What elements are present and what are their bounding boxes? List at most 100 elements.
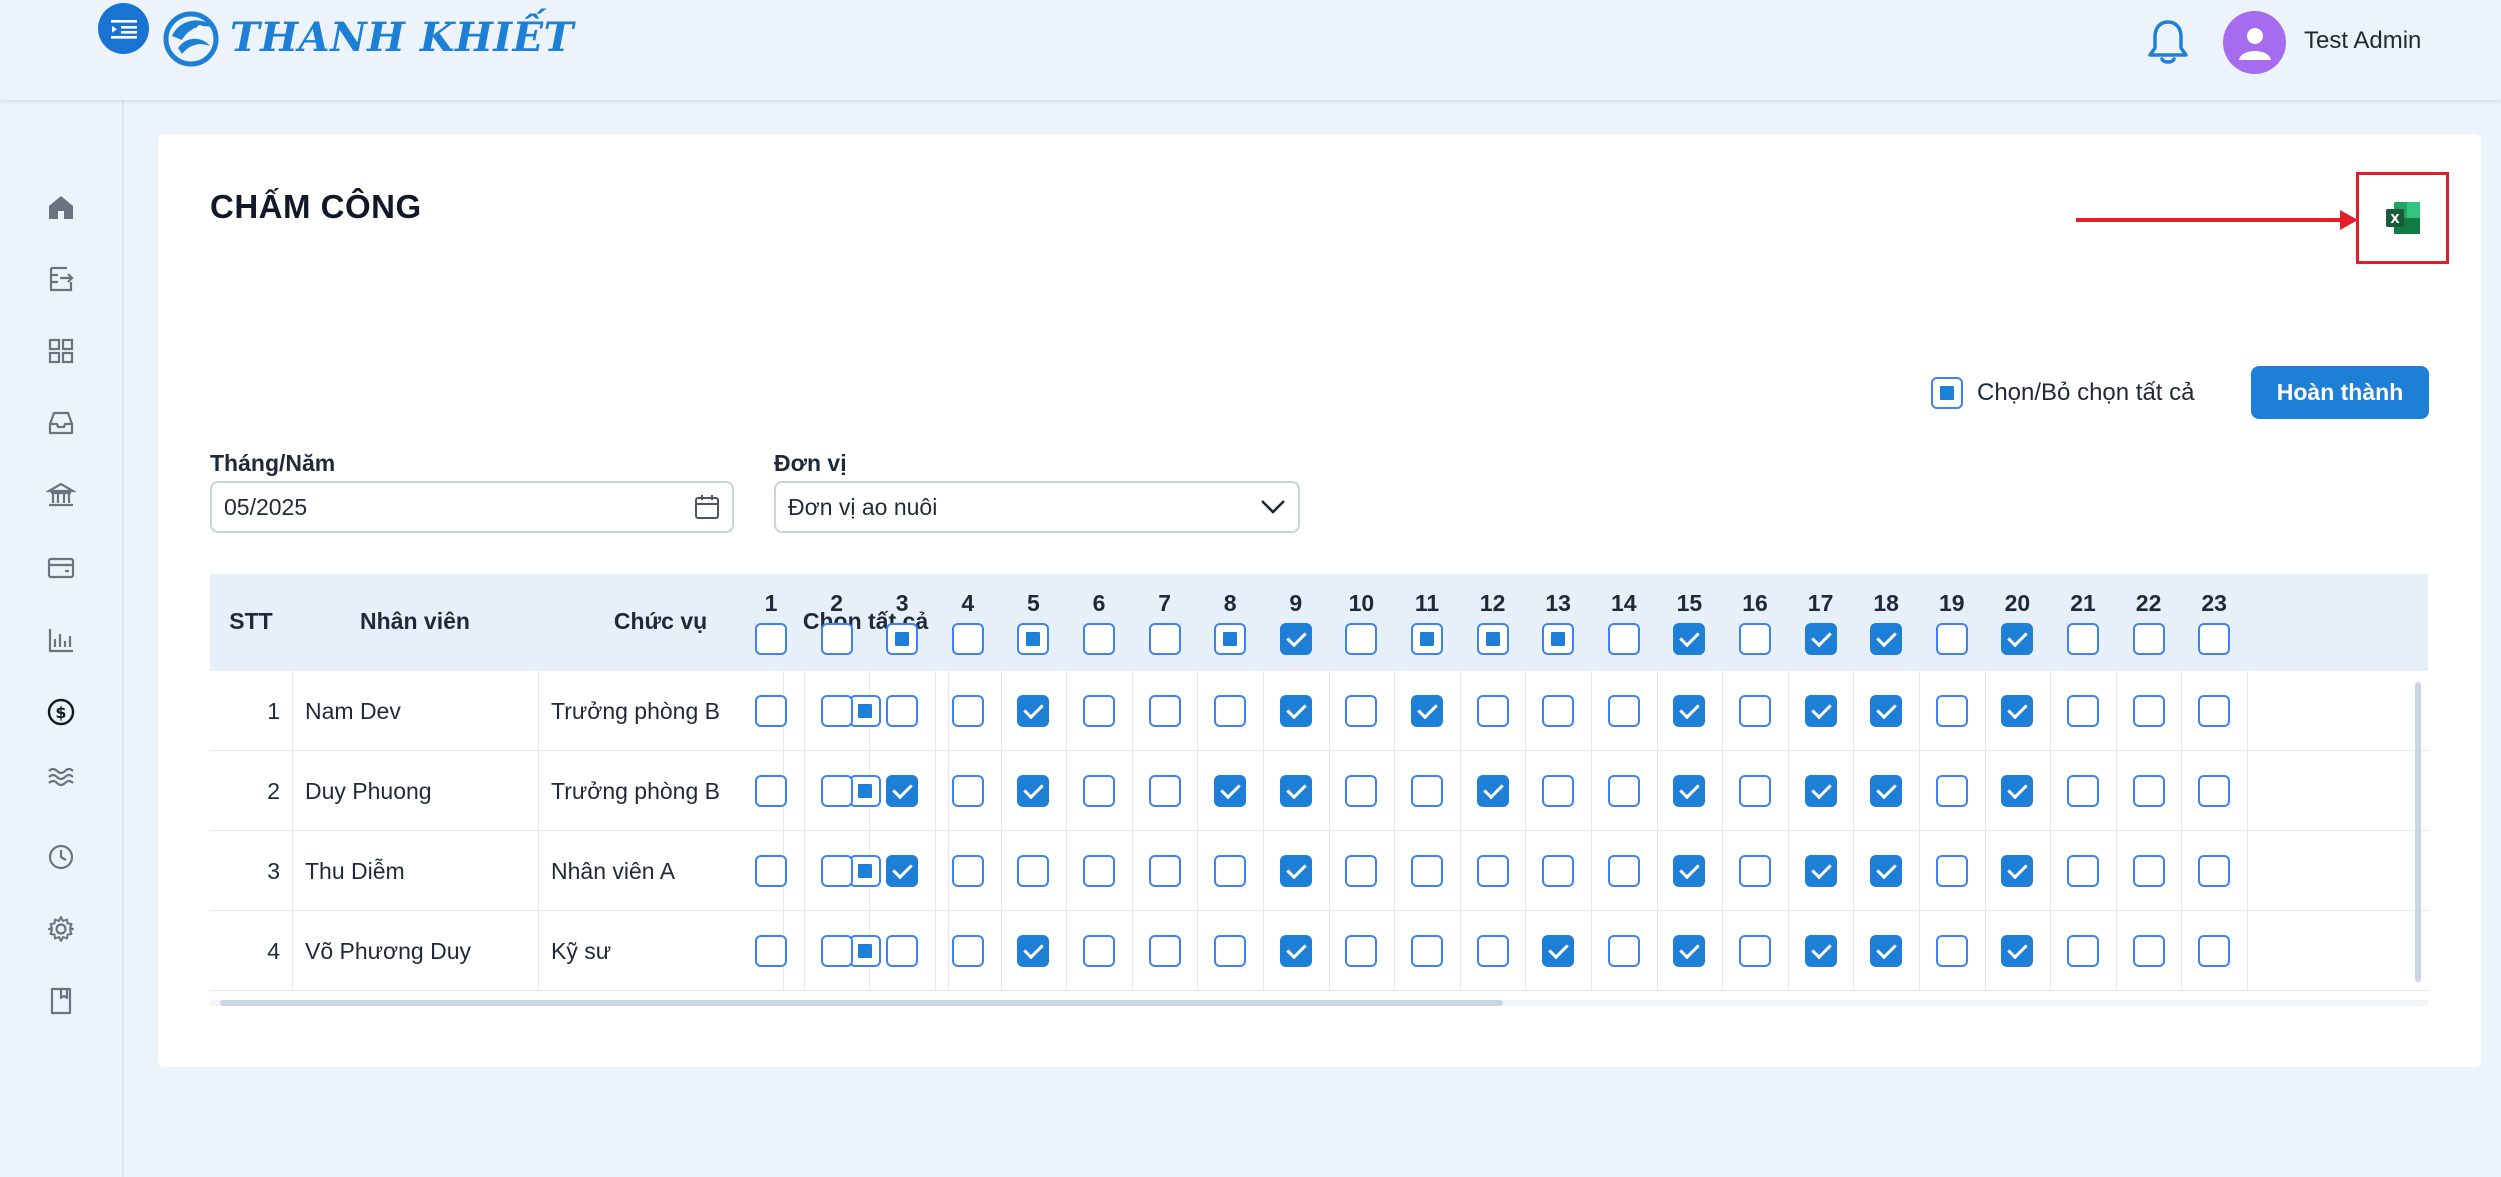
attendance-checkbox-day-2[interactable]	[820, 775, 853, 807]
attendance-checkbox-day-12[interactable]	[1476, 855, 1509, 887]
history-icon[interactable]	[44, 840, 78, 874]
attendance-checkbox-day-10[interactable]	[1345, 775, 1378, 807]
attendance-checkbox-day-15[interactable]	[1673, 695, 1706, 727]
day-19-column-checkbox[interactable]	[1935, 623, 1968, 655]
day-21-column-checkbox[interactable]	[2067, 623, 2099, 655]
day-18-column-checkbox[interactable]	[1870, 623, 1903, 655]
attendance-checkbox-day-4[interactable]	[951, 775, 984, 807]
document-export-icon[interactable]	[44, 262, 78, 296]
card-icon[interactable]	[44, 551, 78, 585]
grid-icon[interactable]	[44, 334, 78, 368]
attendance-checkbox-day-23[interactable]	[2198, 695, 2231, 727]
attendance-checkbox-day-21[interactable]	[2067, 775, 2099, 807]
day-5-column-checkbox[interactable]	[1017, 623, 1050, 655]
attendance-checkbox-day-9[interactable]	[1279, 695, 1312, 727]
row-select-all-checkbox[interactable]	[849, 855, 881, 887]
attendance-checkbox-day-6[interactable]	[1083, 775, 1115, 807]
day-14-column-checkbox[interactable]	[1607, 623, 1640, 655]
day-17-column-checkbox[interactable]	[1804, 623, 1837, 655]
attendance-checkbox-day-17[interactable]	[1804, 775, 1837, 807]
attendance-checkbox-day-11[interactable]	[1411, 775, 1443, 807]
attendance-checkbox-day-5[interactable]	[1017, 695, 1050, 727]
attendance-checkbox-day-13[interactable]	[1542, 855, 1575, 887]
attendance-checkbox-day-15[interactable]	[1673, 775, 1706, 807]
attendance-checkbox-day-8[interactable]	[1214, 775, 1247, 807]
day-12-column-checkbox[interactable]	[1476, 623, 1509, 655]
row-select-all-checkbox[interactable]	[849, 695, 881, 727]
attendance-checkbox-day-2[interactable]	[820, 695, 853, 727]
row-select-all-checkbox[interactable]	[849, 935, 881, 967]
attendance-checkbox-day-13[interactable]	[1542, 695, 1575, 727]
attendance-checkbox-day-4[interactable]	[951, 695, 984, 727]
attendance-checkbox-day-9[interactable]	[1279, 855, 1312, 887]
attendance-checkbox-day-20[interactable]	[2001, 695, 2034, 727]
attendance-checkbox-day-7[interactable]	[1148, 855, 1181, 887]
attendance-checkbox-day-22[interactable]	[2132, 855, 2165, 887]
attendance-checkbox-day-18[interactable]	[1870, 695, 1903, 727]
attendance-checkbox-day-16[interactable]	[1739, 935, 1771, 967]
attendance-checkbox-day-22[interactable]	[2132, 695, 2165, 727]
attendance-checkbox-day-23[interactable]	[2198, 855, 2231, 887]
attendance-checkbox-day-18[interactable]	[1870, 935, 1903, 967]
brand-logo[interactable]: THANH KHIẾT	[160, 6, 574, 68]
day-15-column-checkbox[interactable]	[1673, 623, 1706, 655]
attendance-checkbox-day-22[interactable]	[2132, 935, 2165, 967]
month-picker[interactable]: 05/2025	[210, 481, 734, 533]
attendance-checkbox-day-19[interactable]	[1935, 695, 1968, 727]
attendance-checkbox-day-19[interactable]	[1935, 935, 1968, 967]
bar-chart-icon[interactable]	[44, 623, 78, 657]
attendance-checkbox-day-19[interactable]	[1935, 775, 1968, 807]
attendance-checkbox-day-18[interactable]	[1870, 775, 1903, 807]
attendance-checkbox-day-4[interactable]	[951, 855, 984, 887]
day-6-column-checkbox[interactable]	[1083, 623, 1115, 655]
attendance-checkbox-day-17[interactable]	[1804, 855, 1837, 887]
menu-toggle-button[interactable]	[98, 3, 149, 54]
day-13-column-checkbox[interactable]	[1542, 623, 1575, 655]
attendance-checkbox-day-14[interactable]	[1607, 695, 1640, 727]
unit-select[interactable]: Đơn vị ao nuôi	[774, 481, 1300, 533]
day-8-column-checkbox[interactable]	[1214, 623, 1247, 655]
attendance-checkbox-day-16[interactable]	[1739, 695, 1771, 727]
attendance-checkbox-day-3[interactable]	[886, 695, 919, 727]
attendance-checkbox-day-22[interactable]	[2132, 775, 2165, 807]
attendance-checkbox-day-20[interactable]	[2001, 855, 2034, 887]
day-22-column-checkbox[interactable]	[2132, 623, 2165, 655]
attendance-checkbox-day-7[interactable]	[1148, 935, 1181, 967]
attendance-checkbox-day-20[interactable]	[2001, 775, 2034, 807]
attendance-checkbox-day-23[interactable]	[2198, 775, 2231, 807]
day-11-column-checkbox[interactable]	[1411, 623, 1443, 655]
inbox-icon[interactable]	[44, 406, 78, 440]
user-avatar[interactable]	[2223, 11, 2286, 74]
attendance-checkbox-day-5[interactable]	[1017, 935, 1050, 967]
attendance-checkbox-day-12[interactable]	[1476, 695, 1509, 727]
attendance-checkbox-day-21[interactable]	[2067, 695, 2099, 727]
attendance-checkbox-day-18[interactable]	[1870, 855, 1903, 887]
attendance-checkbox-day-6[interactable]	[1083, 855, 1115, 887]
attendance-checkbox-day-8[interactable]	[1214, 695, 1247, 727]
attendance-checkbox-day-14[interactable]	[1607, 935, 1640, 967]
attendance-checkbox-day-12[interactable]	[1476, 935, 1509, 967]
attendance-checkbox-day-3[interactable]	[886, 855, 919, 887]
attendance-checkbox-day-17[interactable]	[1804, 935, 1837, 967]
row-select-all-checkbox[interactable]	[849, 775, 881, 807]
attendance-checkbox-day-1[interactable]	[755, 695, 787, 727]
horizontal-scrollbar[interactable]	[220, 1000, 1503, 1006]
day-3-column-checkbox[interactable]	[886, 623, 919, 655]
select-all-checkbox[interactable]	[1931, 377, 1963, 409]
bank-icon[interactable]	[44, 478, 78, 512]
attendance-checkbox-day-8[interactable]	[1214, 935, 1247, 967]
attendance-checkbox-day-9[interactable]	[1279, 935, 1312, 967]
day-9-column-checkbox[interactable]	[1279, 623, 1312, 655]
attendance-checkbox-day-10[interactable]	[1345, 695, 1378, 727]
export-excel-button[interactable]: X	[2356, 172, 2449, 264]
attendance-checkbox-day-6[interactable]	[1083, 935, 1115, 967]
attendance-checkbox-day-3[interactable]	[886, 775, 919, 807]
attendance-checkbox-day-7[interactable]	[1148, 695, 1181, 727]
day-7-column-checkbox[interactable]	[1148, 623, 1181, 655]
day-4-column-checkbox[interactable]	[951, 623, 984, 655]
attendance-checkbox-day-10[interactable]	[1345, 935, 1378, 967]
attendance-checkbox-day-6[interactable]	[1083, 695, 1115, 727]
attendance-checkbox-day-14[interactable]	[1607, 855, 1640, 887]
attendance-checkbox-day-14[interactable]	[1607, 775, 1640, 807]
select-all-toggle[interactable]: Chọn/Bỏ chọn tất cả	[1931, 377, 2194, 409]
